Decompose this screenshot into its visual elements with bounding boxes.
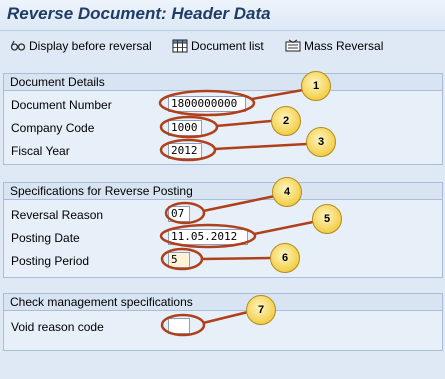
posting-period-label: Posting Period — [11, 254, 90, 268]
document-details-title: Document Details — [4, 74, 442, 91]
reversal-reason-field[interactable]: 07 — [168, 206, 190, 222]
document-number-field[interactable]: 1800000000 — [168, 96, 246, 112]
company-code-label: Company Code — [11, 121, 95, 135]
posting-date-field[interactable]: 11.05.2012 — [168, 229, 248, 245]
annotation-badge-5: 5 — [312, 204, 342, 234]
document-list-button[interactable]: Document list — [172, 38, 264, 54]
annotation-badge-7: 7 — [246, 295, 276, 325]
reverse-posting-title: Specifications for Reverse Posting — [4, 183, 442, 200]
void-reason-label: Void reason code — [11, 320, 104, 334]
annotation-badge-1: 1 — [301, 71, 331, 101]
glasses-icon — [10, 40, 26, 51]
page-title: Reverse Document: Header Data — [7, 4, 271, 23]
posting-period-field[interactable]: 5 — [168, 252, 190, 268]
mass-reversal-icon — [285, 39, 301, 52]
reversal-reason-label: Reversal Reason — [11, 208, 104, 222]
company-code-field[interactable]: 1000 — [168, 120, 202, 136]
document-list-label: Document list — [191, 39, 264, 53]
display-before-reversal-button[interactable]: Display before reversal — [10, 38, 152, 54]
list-grid-icon — [172, 39, 188, 53]
check-management-title: Check management specifications — [4, 294, 442, 311]
display-before-reversal-label: Display before reversal — [29, 39, 152, 53]
title-bar: Reverse Document: Header Data — [0, 0, 445, 31]
document-number-label: Document Number — [11, 98, 112, 112]
mass-reversal-button[interactable]: Mass Reversal — [285, 38, 383, 54]
annotation-badge-3: 3 — [306, 127, 336, 157]
annotation-badge-6: 6 — [270, 243, 300, 273]
annotation-badge-4: 4 — [272, 177, 302, 207]
mass-reversal-label: Mass Reversal — [304, 39, 384, 53]
check-management-group: Check management specifications Void rea… — [3, 293, 443, 351]
posting-date-label: Posting Date — [11, 231, 80, 245]
fiscal-year-label: Fiscal Year — [11, 144, 70, 158]
annotation-badge-2: 2 — [271, 106, 301, 136]
application-toolbar: Display before reversal Document list Ma… — [0, 32, 445, 59]
fiscal-year-field[interactable]: 2012 — [168, 143, 202, 159]
document-details-group: Document Details Document Number Company… — [3, 73, 443, 165]
void-reason-field[interactable] — [168, 318, 190, 334]
